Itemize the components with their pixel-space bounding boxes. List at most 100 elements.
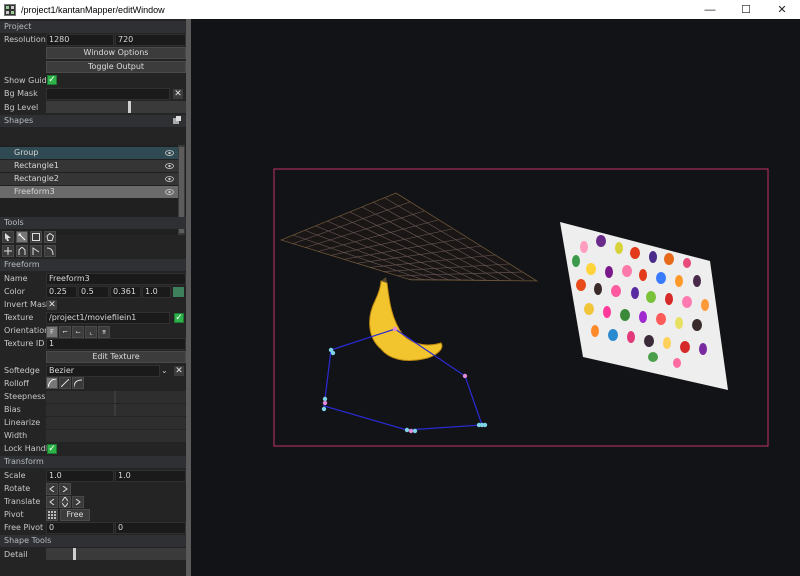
freeform-handle[interactable] [404,427,410,433]
name-field[interactable]: Freeform3 [46,273,186,285]
orientation-option[interactable]: ⌆ [98,326,110,338]
rolloff-smooth-icon[interactable] [59,377,71,389]
freeform-handle[interactable] [482,422,488,428]
show-guide-checkbox[interactable]: ✓ [47,75,57,85]
rectangle1-grid-quad[interactable] [279,192,539,282]
translate-down-icon[interactable] [59,502,71,508]
add-shape-icon[interactable] [172,116,182,126]
steepness-slider[interactable] [46,391,186,403]
bg-mask-clear-icon[interactable]: ✕ [173,89,183,99]
texture-enable-checkbox[interactable]: ✓ [174,313,184,323]
rolloff-step-icon[interactable] [72,377,84,389]
width-slider[interactable] [46,430,186,442]
orientation-option[interactable]: ⌞ [85,326,97,338]
scale-y-field[interactable]: 1.0 [115,470,186,482]
eye-icon[interactable] [163,173,175,185]
circle-tool-icon[interactable] [44,231,56,243]
bg-level-slider[interactable] [46,101,186,113]
pivot-free-button[interactable]: Free [60,509,90,521]
rotate-right-icon[interactable] [59,483,71,495]
texture-id-field[interactable]: 1 [46,338,186,350]
freeform-handle[interactable] [408,428,414,434]
freeform-handle[interactable] [322,400,328,406]
eye-icon[interactable] [163,147,175,159]
maximize-button[interactable]: ☐ [728,0,764,19]
bg-level-slider-knob[interactable] [128,101,131,113]
color-b-field[interactable]: 0.361 [110,286,141,298]
shape-list-item[interactable]: Group [0,147,178,159]
bias-slider[interactable] [46,404,186,416]
scale-x-field[interactable]: 1.0 [46,470,114,482]
curve-tool-icon[interactable] [44,245,56,257]
rotate-left-icon[interactable] [46,483,58,495]
bias-label: Bias [4,405,21,414]
softedge-select[interactable]: Bezier [46,365,160,377]
bias-slider-knob[interactable] [114,404,116,416]
steepness-label: Steepness [4,392,46,401]
freeform-handle[interactable] [322,396,328,402]
translate-right-icon[interactable] [72,496,84,508]
color-label: Color [4,287,25,296]
edit-point-icon[interactable] [16,245,28,257]
translate-left-icon[interactable] [46,496,58,508]
rolloff-linear-icon[interactable] [46,377,58,389]
freeform3-banana-shape[interactable] [321,277,488,434]
eye-icon[interactable] [163,160,175,172]
window-titlebar: /project1/kantanMapper/editWindow — ☐ ✕ [0,0,800,19]
bezier-point-icon[interactable] [30,245,42,257]
rectangle2-textured-quad[interactable] [560,222,728,390]
rectangle-tool-icon[interactable] [30,231,42,243]
toggle-output-button[interactable]: Toggle Output [46,61,186,73]
pivot-grid-icon[interactable] [46,509,58,521]
lock-handle-checkbox[interactable]: ✓ [47,444,57,454]
orientation-option[interactable]: F [46,326,58,338]
freeform-handle[interactable] [412,428,418,434]
texture-field[interactable]: /project1/moviefilein1 [46,312,170,324]
free-pivot-y-field[interactable]: 0 [115,522,186,534]
eye-icon[interactable] [163,186,175,198]
multi-select-icon[interactable] [16,231,28,243]
color-swatch[interactable] [172,286,185,298]
minimize-button[interactable]: — [692,0,728,19]
shape-list-item[interactable]: Freeform3 [0,186,178,198]
texture-id-label: Texture ID [4,339,45,348]
shape-list-item[interactable]: Rectangle1 [0,160,178,172]
bg-mask-field[interactable] [46,88,170,100]
add-point-icon[interactable] [2,245,14,257]
color-r-field[interactable]: 0.25 [46,286,77,298]
color-a-field[interactable]: 1.0 [142,286,171,298]
lock-handle-label: Lock Handle [4,444,53,453]
color-g-field[interactable]: 0.5 [78,286,109,298]
chevron-down-icon[interactable]: ⌄ [161,365,171,377]
resolution-height-field[interactable]: 720 [115,34,186,46]
translate-label: Translate [4,497,41,506]
freeform-handle[interactable] [330,350,336,356]
linearize-slider[interactable] [46,417,186,429]
invert-mask-toggle-icon[interactable]: ✕ [47,300,57,310]
resolution-width-field[interactable]: 1280 [46,34,114,46]
detail-slider[interactable] [46,548,186,560]
softedge-clear-icon[interactable]: ✕ [174,366,184,376]
select-arrow-icon[interactable] [2,231,14,243]
freeform-handle[interactable] [462,373,468,379]
orientation-option[interactable]: ⌐ [59,326,71,338]
edit-texture-button[interactable]: Edit Texture [46,351,186,363]
mapping-viewport[interactable] [191,19,800,576]
detail-label: Detail [4,550,28,559]
shape-list-item-label: Freeform3 [14,187,55,196]
orientation-option[interactable]: ⌙ [72,326,84,338]
free-pivot-label: Free Pivot [4,523,44,532]
shape-list-item[interactable]: Rectangle2 [0,173,178,185]
viewport-canvas[interactable] [191,19,800,576]
rotate-label: Rotate [4,484,31,493]
window-options-button[interactable]: Window Options [46,47,186,59]
steepness-slider-knob[interactable] [114,391,116,403]
detail-slider-knob[interactable] [73,548,76,560]
free-pivot-x-field[interactable]: 0 [46,522,114,534]
name-label: Name [4,274,28,283]
show-guide-label: Show Guide [4,76,52,85]
bg-mask-label: Bg Mask [4,89,38,98]
close-button[interactable]: ✕ [764,0,800,19]
freeform-handle[interactable] [321,406,327,412]
freeform-handle[interactable] [392,326,398,332]
